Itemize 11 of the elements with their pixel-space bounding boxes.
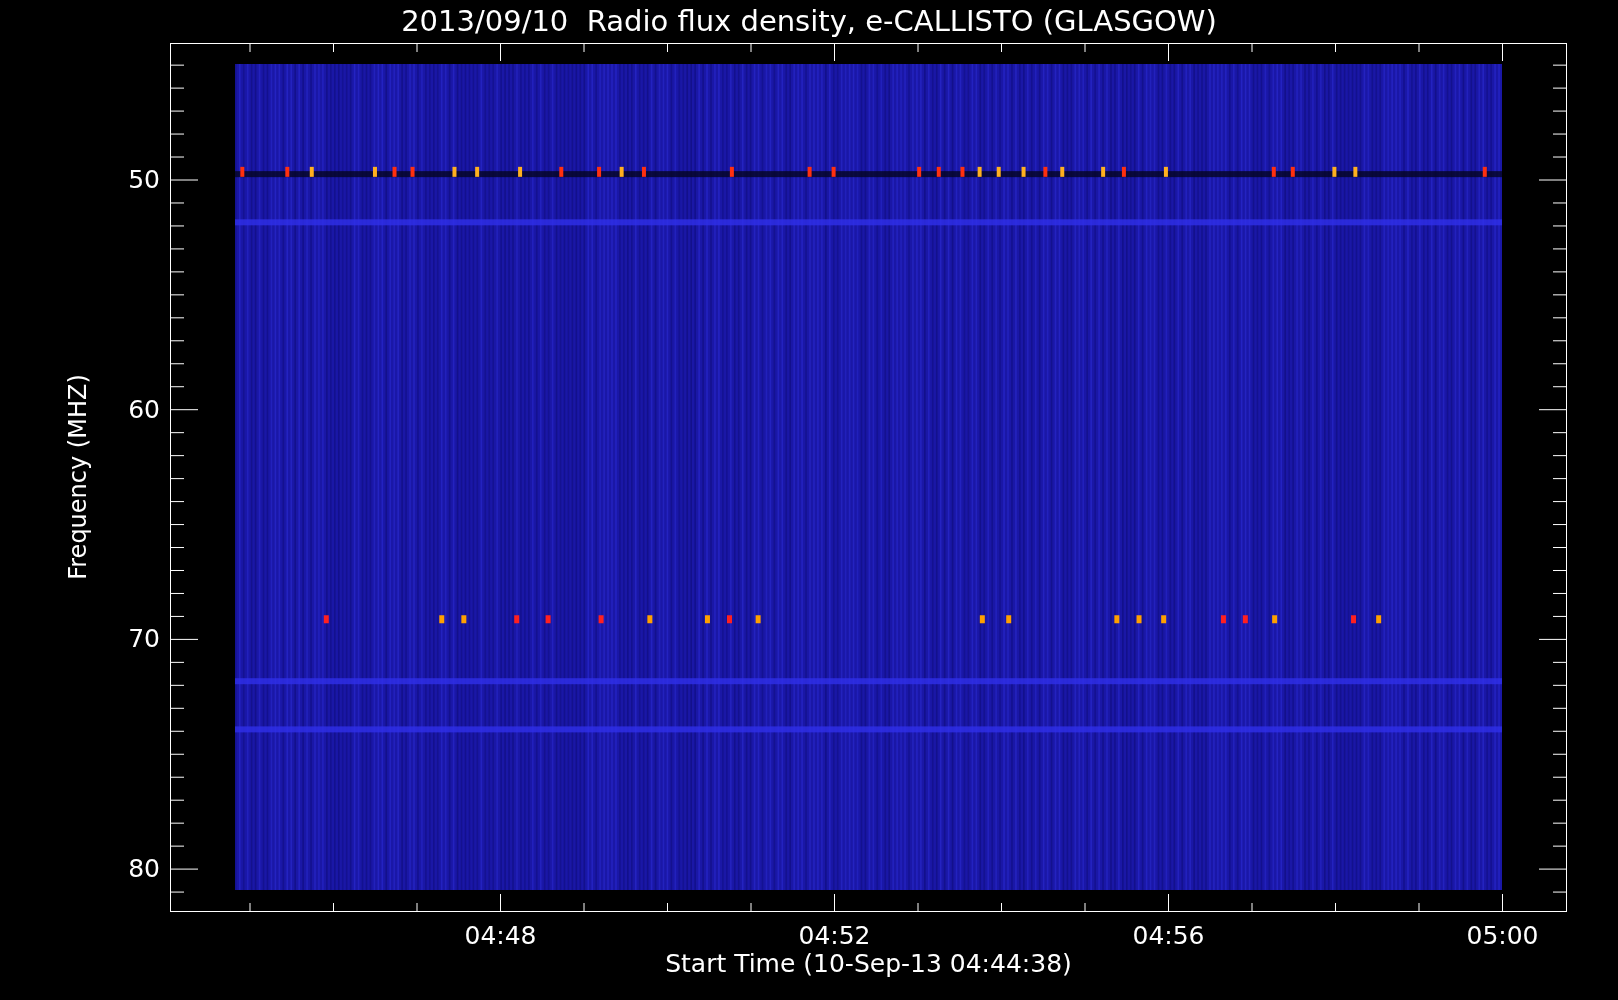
x-axis-label: Start Time (10-Sep-13 04:44:38) (665, 951, 1072, 976)
y-tick-label: 70 (128, 626, 160, 652)
x-tick-label: 04:52 (798, 923, 871, 948)
x-tick-label: 05:00 (1466, 923, 1539, 948)
y-tick-label: 50 (128, 167, 160, 192)
x-tick-label: 04:56 (1132, 923, 1205, 948)
y-tick-label: 60 (128, 396, 160, 422)
y-axis-label: Frequency (MHZ) (63, 374, 93, 580)
y-tick-label: 80 (128, 856, 160, 882)
chart-title: 2013/09/10 Radio flux density, e-CALLISTO (GLASGOW) (401, 7, 1217, 36)
x-tick-label: 04:48 (464, 923, 537, 948)
